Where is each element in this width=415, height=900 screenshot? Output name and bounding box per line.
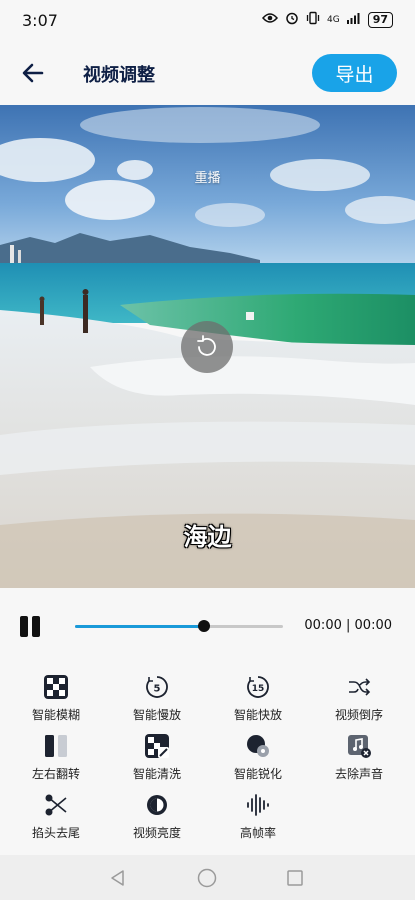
tool-flip[interactable]: 左右翻转 [6,726,106,784]
circle-home-icon [197,868,217,888]
arrow-left-icon [22,63,44,83]
current-time: 00:00 [304,618,342,633]
tool-remove-audio[interactable]: 去除声音 [309,726,409,784]
tool-label: 智能快放 [233,708,282,722]
tool-label: 智能慢放 [132,708,181,722]
page-title: 视频调整 [83,65,155,86]
status-bar: 3:07 4G 97 [0,0,415,40]
mute-audio-icon [345,732,373,760]
tool-label: 去除声音 [334,767,383,781]
system-nav-bar [0,855,415,900]
seek-bar-handle[interactable] [197,620,210,632]
tools-grid: 智能模糊 5 智能慢放 15 智能快放 视频倒序 左右翻转 智能清洗 智能锐化 [0,663,415,855]
tool-smart-sharpen[interactable]: 智能锐化 [208,726,308,784]
header: 视频调整 导出 [0,40,415,105]
fast-forward-icon: 15 [244,673,272,701]
vibrate-icon [306,11,320,29]
flip-icon [42,732,70,760]
pause-icon-bar-left [20,616,28,637]
tool-video-reverse[interactable]: 视频倒序 [309,667,409,725]
trim-icon [42,791,70,819]
tool-smart-slow[interactable]: 5 智能慢放 [107,667,207,725]
replay-icon [197,335,216,356]
eye-icon [261,12,278,28]
tool-label: 掐头去尾 [31,826,80,840]
playback-controls: 00:00 | 00:00 [0,588,415,663]
reverse-icon [345,673,373,701]
tool-label: 视频亮度 [132,826,181,840]
tool-label: 智能锐化 [233,767,282,781]
square-recents-icon [287,870,303,886]
brightness-icon [143,791,171,819]
tool-trim[interactable]: 掐头去尾 [6,785,106,843]
seek-bar-progress [75,625,204,628]
blur-icon [42,673,70,701]
pause-button[interactable] [20,616,42,638]
tool-label: 左右翻转 [31,767,80,781]
slow-badge: 5 [154,684,161,695]
tool-video-brightness[interactable]: 视频亮度 [107,785,207,843]
sharpen-icon [244,732,272,760]
fast-badge: 15 [252,684,265,694]
tool-high-framerate[interactable]: 高帧率 [208,785,308,843]
tool-label: 视频倒序 [334,708,383,722]
time-separator: | [346,618,351,633]
high-framerate-icon [244,791,272,819]
video-caption: 海边 [183,523,232,551]
tool-smart-fast[interactable]: 15 智能快放 [208,667,308,725]
time-readout: 00:00 | 00:00 [304,618,392,633]
tool-label: 智能清洗 [132,767,181,781]
nav-recents-button[interactable] [282,865,308,891]
back-button[interactable] [18,58,48,88]
tool-smart-clean[interactable]: 智能清洗 [107,726,207,784]
export-button[interactable]: 导出 [312,54,397,92]
network-label: 4G [326,15,340,25]
tool-smart-blur[interactable]: 智能模糊 [6,667,106,725]
battery-indicator: 97 [367,12,393,28]
nav-back-button[interactable] [105,865,131,891]
slow-motion-icon: 5 [143,673,171,701]
nav-home-button[interactable] [194,865,220,891]
status-icons: 4G 97 [261,11,393,29]
video-preview[interactable]: 重播 海边 [0,105,415,588]
pause-icon-bar-right [32,616,40,637]
seek-bar[interactable] [75,620,283,632]
tool-label: 高帧率 [239,826,276,840]
alarm-icon [285,11,299,29]
replay-button[interactable] [181,321,233,373]
status-time: 3:07 [22,11,58,30]
total-time: 00:00 [354,618,392,633]
tool-label: 智能模糊 [31,708,80,722]
clean-icon [143,732,171,760]
replay-label: 重播 [194,171,221,186]
triangle-back-icon [111,870,124,886]
signal-icon [346,12,361,28]
